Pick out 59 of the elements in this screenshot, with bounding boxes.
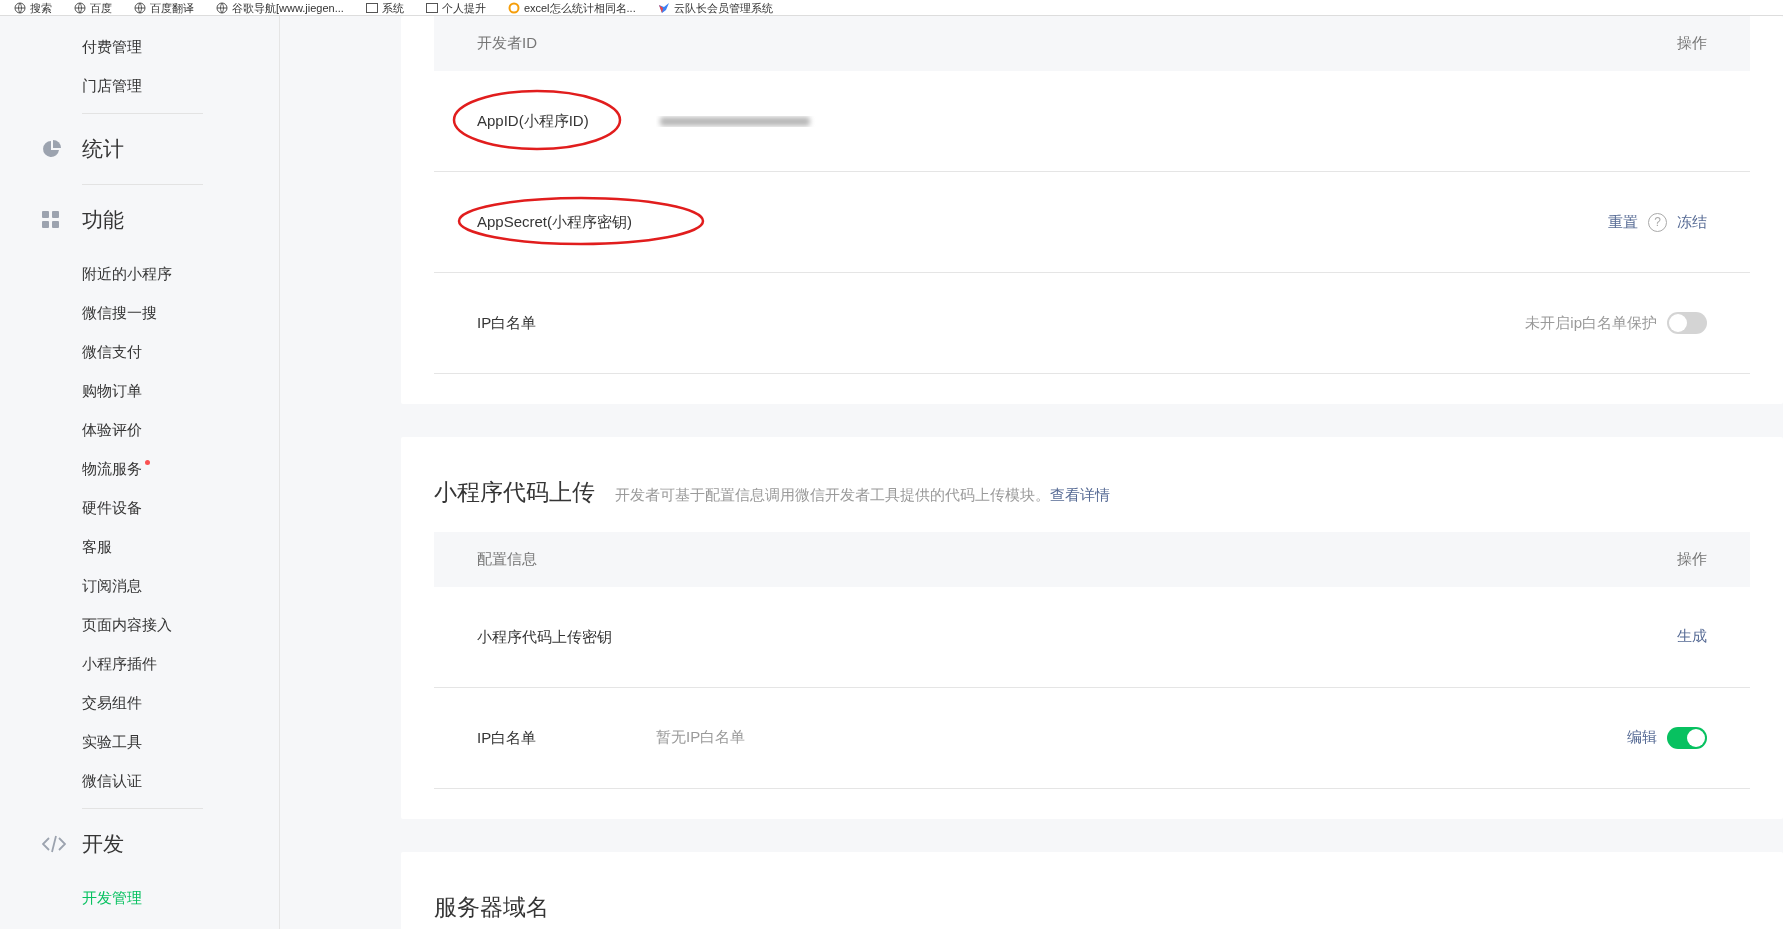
bookmark-link[interactable]: 百度翻译 [134, 0, 194, 15]
column-header: 操作 [1677, 548, 1707, 569]
sidebar-item[interactable]: 物流服务 [82, 458, 142, 481]
section-description: 开发者可基于配置信息调用微信开发者工具提供的代码上传模块。查看详情 [615, 486, 1110, 505]
sidebar-item[interactable]: 客服 [82, 536, 112, 559]
column-header: 配置信息 [477, 548, 537, 569]
action-link[interactable]: 编辑 [1627, 726, 1657, 749]
sidebar-item[interactable]: 交易组件 [82, 692, 142, 715]
grid-icon [42, 211, 60, 229]
bookmark-link[interactable]: 云队长会员管理系统 [657, 0, 773, 15]
sidebar-item[interactable]: 硬件设备 [82, 497, 142, 520]
globe-icon [14, 1, 26, 14]
ring-icon [507, 1, 520, 14]
sidebar-group-title[interactable]: 统计 [82, 133, 124, 165]
bookmark-link[interactable]: 个人提升 [425, 0, 486, 15]
details-link[interactable]: 查看详情 [1050, 487, 1110, 503]
sidebar-item[interactable]: 附近的小程序 [82, 263, 172, 286]
sidebar-item[interactable]: 付费管理 [82, 36, 142, 59]
sidebar-group-title[interactable]: 功能 [82, 204, 124, 236]
action-link[interactable]: 生成 [1677, 625, 1707, 648]
bookmark-link[interactable]: 谷歌导航[www.jiegen... [216, 0, 344, 15]
sidebar-item[interactable]: 页面内容接入 [82, 614, 172, 637]
action-link[interactable]: 重置 [1608, 210, 1638, 234]
sidebar-item[interactable]: 门店管理 [82, 75, 142, 98]
row-value: 暂无IP白名单 [656, 727, 746, 748]
section-title: 服务器域名 [434, 892, 549, 922]
bookmark-link[interactable]: 系统 [365, 0, 404, 15]
action-link[interactable]: 冻结 [1677, 210, 1707, 234]
toggle-switch[interactable] [1667, 312, 1707, 334]
globe-icon [74, 1, 86, 14]
bookmark-link[interactable]: excel怎么统计相同名... [507, 0, 636, 15]
sidebar-group-title[interactable]: 开发 [82, 828, 124, 860]
sidebar-item[interactable]: 体验评价 [82, 419, 142, 442]
code-icon [42, 835, 66, 853]
bird-icon [657, 1, 670, 14]
bookmark-link[interactable]: 百度 [74, 0, 112, 15]
column-header: 操作 [1677, 33, 1707, 54]
sidebar-item[interactable]: 小程序插件 [82, 653, 157, 676]
sidebar-item[interactable]: 购物订单 [82, 380, 142, 403]
row-label: 小程序代码上传密钥 [477, 627, 612, 645]
toggle-switch[interactable] [1667, 726, 1707, 749]
sidebar-item[interactable]: 微信认证 [82, 770, 142, 793]
section-title: 小程序代码上传 [434, 478, 595, 507]
globe-icon [134, 1, 146, 14]
sidebar-item[interactable]: 实验工具 [82, 731, 142, 754]
row-label: IP白名单 [477, 314, 537, 331]
row-label: IP白名单 [477, 728, 537, 746]
status-text: 未开启ip白名单保护 [1525, 312, 1657, 333]
pie-chart-icon [42, 139, 62, 159]
sidebar-item[interactable]: 订阅消息 [82, 575, 142, 598]
sidebar-item[interactable]: 微信支付 [82, 341, 142, 364]
folder-icon [425, 2, 438, 13]
column-header: 开发者ID [477, 33, 537, 54]
folder-icon [365, 2, 378, 13]
bookmark-link[interactable]: 搜索 [14, 0, 52, 15]
row-label: AppID(小程序ID) [477, 112, 589, 129]
sidebar-item[interactable]: 微信搜一搜 [82, 302, 157, 325]
row-label: AppSecret(小程序密钥) [477, 213, 633, 230]
globe-icon [216, 1, 228, 14]
